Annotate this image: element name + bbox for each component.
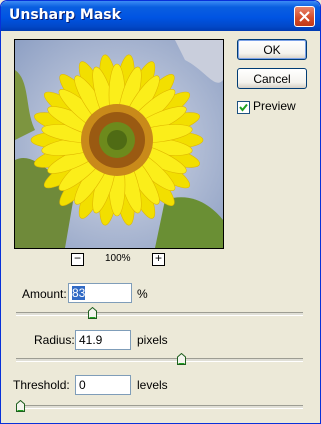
threshold-value: 0 — [79, 378, 86, 392]
sunflower-image — [15, 40, 223, 248]
unsharp-mask-dialog: Unsharp Mask − 100% + OK Cancel Preview … — [0, 0, 321, 424]
zoom-out-button[interactable]: − — [71, 251, 84, 266]
radius-slider-track[interactable] — [16, 358, 303, 362]
amount-label: Amount: — [22, 287, 67, 301]
preview-label: Preview — [253, 99, 296, 113]
threshold-slider-track[interactable] — [16, 405, 303, 409]
minus-icon: − — [73, 251, 81, 265]
close-button[interactable] — [294, 6, 315, 27]
threshold-unit: levels — [137, 378, 168, 392]
amount-slider-thumb[interactable] — [88, 307, 98, 319]
window-title: Unsharp Mask — [9, 7, 121, 23]
dialog-body: − 100% + OK Cancel Preview Amount: 83 % — [4, 31, 317, 420]
radius-label: Radius: — [34, 333, 75, 347]
preview-checkbox[interactable] — [237, 101, 250, 114]
amount-input[interactable]: 83 — [68, 283, 132, 303]
amount-unit: % — [137, 287, 148, 301]
radius-value: 41.9 — [79, 333, 103, 347]
radius-input[interactable]: 41.9 — [75, 330, 131, 350]
checkmark-icon — [239, 103, 248, 112]
threshold-label: Threshold: — [13, 378, 70, 392]
preview-image[interactable] — [14, 39, 224, 249]
radius-slider-thumb[interactable] — [177, 353, 187, 365]
cancel-button[interactable]: Cancel — [237, 68, 307, 89]
amount-slider-track[interactable] — [16, 312, 303, 316]
ok-button[interactable]: OK — [237, 39, 307, 60]
zoom-level: 100% — [105, 253, 131, 264]
close-icon — [299, 11, 310, 22]
threshold-slider-thumb[interactable] — [16, 400, 25, 412]
zoom-in-button[interactable]: + — [152, 251, 165, 266]
threshold-input[interactable]: 0 — [75, 375, 131, 395]
amount-value: 83 — [72, 286, 86, 300]
radius-unit: pixels — [137, 333, 168, 347]
plus-icon: + — [154, 251, 162, 265]
title-bar[interactable]: Unsharp Mask — [1, 1, 320, 31]
